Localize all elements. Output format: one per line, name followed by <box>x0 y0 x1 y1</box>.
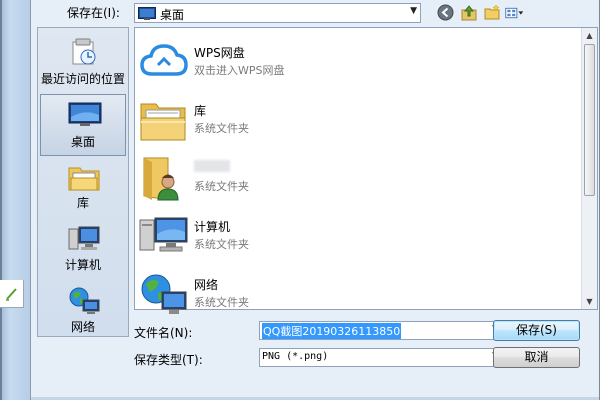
chevron-down-icon[interactable]: ▼ <box>410 6 417 16</box>
place-library[interactable]: 库 <box>40 156 126 218</box>
file-type: 双击进入WPS网盘 <box>194 64 285 77</box>
view-menu-icon[interactable] <box>505 3 524 22</box>
toolbar <box>436 3 524 22</box>
place-recent[interactable]: 最近访问的位置 <box>40 32 126 94</box>
file-name: WPS网盘 <box>194 46 245 60</box>
location-bar: 保存在(I): 桌面 ▼ <box>31 0 600 25</box>
place-label: 桌面 <box>70 135 95 149</box>
filetype-label: 保存类型(T): <box>134 353 203 367</box>
list-item[interactable]: 网络 系统文件夹 <box>138 264 568 320</box>
file-type: 系统文件夹 <box>194 180 249 193</box>
filetype-value: PNG (*.png) <box>262 351 329 362</box>
place-network[interactable]: 网络 <box>40 280 126 342</box>
save-in-label: 保存在(I): <box>67 6 120 20</box>
scroll-up-icon[interactable]: ▲ <box>582 28 597 43</box>
filetype-select[interactable]: PNG (*.png) ▼ <box>259 348 503 367</box>
file-type: 系统文件夹 <box>194 296 249 309</box>
scroll-thumb[interactable] <box>584 44 595 196</box>
library-icon <box>67 162 101 192</box>
up-folder-icon[interactable] <box>459 3 478 22</box>
network-icon <box>138 272 190 318</box>
place-label: 最近访问的位置 <box>40 72 125 86</box>
window-border <box>0 0 2 400</box>
save-dialog: 保存在(I): 桌面 ▼ 最近访问的位置 桌面 库 计算机 网络 WPS网盘 双… <box>30 0 600 400</box>
file-name: 计算机 <box>194 220 231 234</box>
list-item[interactable]: 计算机 系统文件夹 <box>138 206 568 262</box>
redacted-name <box>194 160 230 172</box>
scroll-down-icon[interactable]: ▼ <box>582 294 597 309</box>
place-label: 网络 <box>70 320 95 334</box>
desktop-icon <box>138 7 156 23</box>
places-bar: 最近访问的位置 桌面 库 计算机 网络 <box>37 27 129 337</box>
save-button[interactable]: 保存(S) <box>493 320 580 341</box>
computer-icon <box>138 214 190 260</box>
wps-cloud-icon <box>138 40 190 86</box>
list-item[interactable]: 库 系统文件夹 <box>138 90 568 146</box>
background-window-edge <box>0 0 30 400</box>
user-folder-icon <box>138 156 190 202</box>
location-combo[interactable]: 桌面 ▼ <box>134 3 421 23</box>
file-type: 系统文件夹 <box>194 238 249 251</box>
vertical-scrollbar[interactable]: ▲ ▼ <box>581 28 597 309</box>
location-text: 桌面 <box>160 8 185 22</box>
new-folder-icon[interactable] <box>482 3 501 22</box>
place-desktop[interactable]: 桌面 <box>40 94 126 156</box>
cancel-button[interactable]: 取消 <box>493 347 580 368</box>
place-computer[interactable]: 计算机 <box>40 218 126 280</box>
library-folder-icon <box>138 98 190 144</box>
brush-tool-icon[interactable] <box>0 280 24 308</box>
filename-value: QQ截图20190326113850 <box>262 323 402 339</box>
network-icon <box>67 286 101 316</box>
filename-label: 文件名(N): <box>134 326 193 340</box>
list-item[interactable]: 系统文件夹 <box>138 148 568 204</box>
recent-places-icon <box>67 38 101 68</box>
file-list[interactable]: WPS网盘 双击进入WPS网盘 库 系统文件夹 系统文件夹 计算机 系统文件夹 <box>134 27 598 314</box>
file-name: 库 <box>194 104 207 118</box>
file-type: 系统文件夹 <box>194 122 249 135</box>
place-label: 计算机 <box>64 258 101 272</box>
file-name: 网络 <box>194 278 219 292</box>
place-label: 库 <box>76 196 89 210</box>
filename-input[interactable]: QQ截图20190326113850 ▼ <box>259 321 503 340</box>
computer-icon <box>67 224 101 254</box>
list-item[interactable]: WPS网盘 双击进入WPS网盘 <box>138 32 568 88</box>
desktop-icon <box>68 101 102 131</box>
back-icon[interactable] <box>436 3 455 22</box>
